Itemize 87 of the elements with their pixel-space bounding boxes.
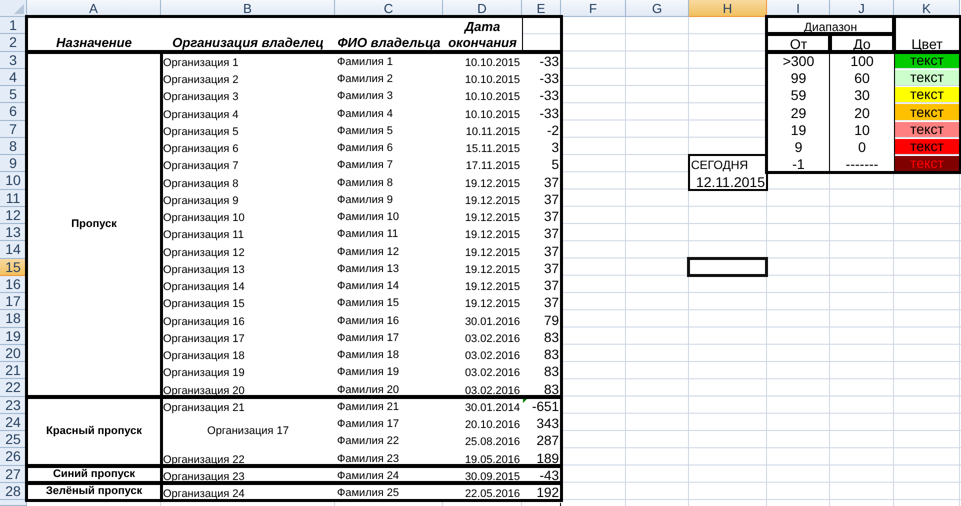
table-cell: 19.12.2015 <box>443 293 523 312</box>
column-header[interactable]: H <box>689 0 767 17</box>
table-cell: 0 <box>830 138 895 155</box>
table-cell: 83 <box>522 362 562 380</box>
table-cell: 10.11.2015 <box>443 120 523 139</box>
table-cell: Фамилия 7 <box>335 155 444 174</box>
table-cell: 30.01.2016 <box>443 310 523 328</box>
table-cell: Организация 13 <box>161 258 336 277</box>
table-cell: Фамилия 11 <box>335 224 444 242</box>
table-cell: 19.12.2015 <box>443 258 523 277</box>
row-header[interactable]: 25 <box>0 431 27 448</box>
row-header[interactable]: 13 <box>0 224 27 242</box>
table-cell: 19.12.2015 <box>443 224 523 242</box>
table-cell: -33 <box>522 86 562 104</box>
table-cell: 60 <box>830 68 895 86</box>
table-cell: Организация 17 <box>161 328 336 346</box>
table-cell: 37 <box>522 224 562 242</box>
table-cell: ------- <box>830 155 895 172</box>
table-cell: 20 <box>830 103 895 120</box>
table-cell: Организация 19 <box>161 362 336 380</box>
row-header[interactable]: 18 <box>0 310 27 328</box>
table-cell: Организация 5 <box>161 120 336 139</box>
table-cell: 10.10.2015 <box>443 86 523 104</box>
table-cell: 37 <box>522 241 562 260</box>
row-header[interactable]: 17 <box>0 293 27 310</box>
color-swatch-cell: текст <box>895 156 959 172</box>
color-swatch-cell: текст <box>895 87 959 102</box>
color-swatch-cell: текст <box>895 70 959 85</box>
column-header[interactable]: G <box>626 0 689 17</box>
table-cell: Фамилия 22 <box>335 431 444 450</box>
table-cell: 19.12.2015 <box>443 190 523 208</box>
table-cell: Организация 4 <box>161 103 336 122</box>
table-cell: 19.12.2015 <box>443 241 523 260</box>
table-cell: Фамилия 12 <box>335 241 444 260</box>
table-cell: -2 <box>522 120 562 139</box>
color-swatch-cell: текст <box>895 138 959 154</box>
table-cell: Фамилия 16 <box>335 310 444 328</box>
table-cell: Организация 9 <box>161 190 336 208</box>
table-cell: Организация 12 <box>161 241 336 260</box>
table-cell: 03.02.2016 <box>443 328 523 346</box>
row-header[interactable]: 1 <box>0 17 27 34</box>
row-header <box>0 500 27 506</box>
color-swatch-cell: текст <box>895 104 959 120</box>
table-cell: 79 <box>522 310 562 328</box>
table-cell: Организация 16 <box>161 310 336 328</box>
table-cell: 37 <box>522 190 562 208</box>
table-cell: Фамилия 13 <box>335 258 444 277</box>
table-cell: Фамилия 3 <box>335 86 444 104</box>
table-cell: 17.11.2015 <box>443 155 523 174</box>
table-cell: 25.08.2016 <box>443 431 523 450</box>
table-cell: 37 <box>522 172 562 190</box>
row-header[interactable]: 14 <box>0 241 27 258</box>
table-cell: 37 <box>522 293 562 312</box>
table-cell: 03.02.2016 <box>443 362 523 380</box>
table-cell: Фамилия 8 <box>335 172 444 190</box>
table-cell: Организация 8 <box>161 172 336 190</box>
table-cell: 5 <box>522 155 562 174</box>
table-cell: Организация 15 <box>161 293 336 312</box>
row-header[interactable]: 9 <box>0 155 27 172</box>
table-cell: 10 <box>830 120 895 138</box>
cell-cursor[interactable] <box>687 256 768 277</box>
table-cell: Фамилия 5 <box>335 120 444 139</box>
table-cell: Организация 11 <box>161 224 336 242</box>
row-header[interactable]: 26 <box>0 448 27 466</box>
table-cell: 287 <box>522 431 562 450</box>
table-cell: 10.10.2015 <box>443 103 523 122</box>
table-cell: Фамилия 15 <box>335 293 444 312</box>
table-cell: 30 <box>830 86 895 104</box>
table-cell: Фамилия 19 <box>335 362 444 380</box>
row-header[interactable]: 2 <box>0 34 27 52</box>
column-header[interactable]: F <box>561 0 626 17</box>
row-header[interactable]: 21 <box>0 362 27 380</box>
table-cell: Фамилия 17 <box>335 328 444 346</box>
table-cell: 37 <box>522 258 562 277</box>
table-cell: 83 <box>522 328 562 346</box>
table-cell: Фамилия 9 <box>335 190 444 208</box>
row-header[interactable]: 10 <box>0 172 27 190</box>
table-cell: 19.12.2015 <box>443 172 523 190</box>
table-cell: Организация 7 <box>161 155 336 174</box>
table-cell: Организация 3 <box>161 86 336 104</box>
table-cell: Фамилия 4 <box>335 103 444 122</box>
table-cell: Организация 17 <box>161 414 336 450</box>
table-cell: -33 <box>522 103 562 122</box>
color-swatch-cell: текст <box>895 122 959 137</box>
row-header[interactable]: 22 <box>0 379 27 396</box>
row-header[interactable]: 5 <box>0 86 27 104</box>
row-header[interactable]: 6 <box>0 103 27 120</box>
